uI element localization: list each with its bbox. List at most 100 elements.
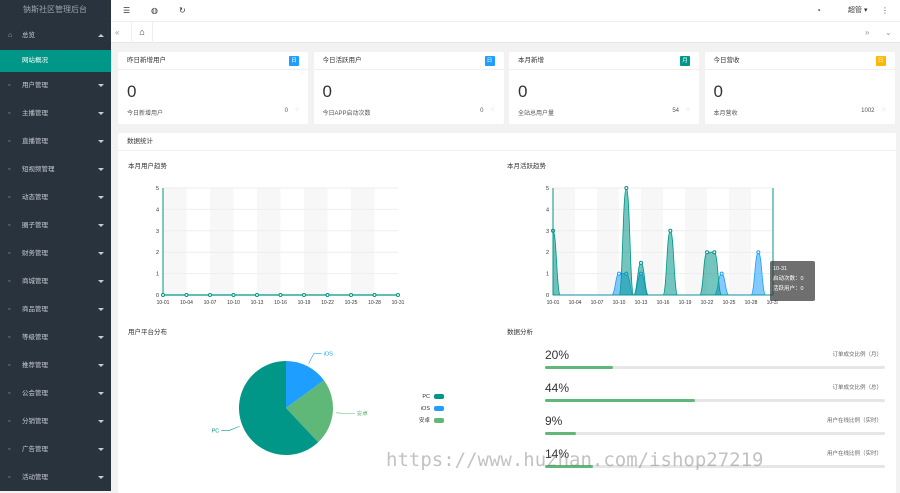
y-tick-label: 2 — [156, 250, 159, 256]
data-panel: 数据统计 本月用户趋势 本月活跃趋势 0 1 2 3 4 5 10-01 10-04 10-07… — [118, 133, 896, 493]
progress-bar — [545, 366, 885, 369]
sidebar-item-label: 商品管理 — [22, 306, 48, 313]
pie-label-line — [221, 426, 240, 431]
sidebar-item[interactable]: ◦ 主播管理 — [0, 100, 111, 128]
x-tick-label: 10-13 — [251, 300, 264, 306]
stat-title-text: 昨日新增用户 — [127, 57, 166, 64]
x-tick-label: 10-01 — [547, 300, 560, 306]
theme-icon[interactable]: ◔ — [816, 0, 821, 22]
y-tick-label: 1 — [546, 272, 549, 278]
period-badge: 日 — [484, 56, 495, 66]
stat-title-text: 今日营收 — [713, 57, 740, 64]
user-menu[interactable]: 超管 ▾ — [848, 0, 867, 22]
y-tick-label: 3 — [546, 229, 549, 235]
platform-pie-chart: PC iOS 安卓 — [212, 352, 368, 455]
sidebar-item[interactable]: ◦ 推荐管理 — [0, 352, 111, 380]
sidebar-item[interactable]: ◦ 短视频管理 — [0, 156, 111, 184]
username: 超管 — [848, 7, 862, 14]
sidebar-item[interactable]: ◦ 财务管理 — [0, 240, 111, 268]
stat-title: 今日活跃用户 日 — [313, 52, 504, 70]
data-point — [278, 293, 283, 297]
sidebar-item[interactable]: ◦ 用户管理 — [0, 72, 111, 100]
chevron-down-icon — [98, 224, 104, 227]
pie-label: PC — [212, 428, 220, 434]
chevron-down-icon — [98, 392, 104, 395]
data-point — [184, 293, 189, 297]
menu-toggle-icon[interactable]: ☰ — [123, 0, 130, 22]
sidebar-item[interactable]: ◦ 圈子管理 — [0, 212, 111, 240]
chart-tooltip: 10-31 启动次数：0 活跃用户：0 — [770, 261, 815, 301]
data-point — [705, 250, 709, 255]
band — [257, 188, 281, 295]
cart-icon: ◦ — [8, 278, 11, 285]
period-badge: 日 — [289, 56, 299, 66]
panel-title: 数据统计 — [118, 133, 896, 151]
sidebar-item[interactable]: ◦ 公会管理 — [0, 380, 111, 408]
sidebar-subitem-overview[interactable]: 网站概况 — [0, 50, 111, 72]
stat-foot-value: 0 — [284, 108, 288, 114]
chevron-down-icon — [98, 196, 104, 199]
chevron-down-icon — [98, 140, 104, 143]
sidebar-item-label: 等级管理 — [22, 334, 48, 341]
refresh-icon[interactable]: ↻ — [179, 0, 186, 22]
tab-home[interactable]: ⌂ — [131, 22, 153, 43]
person-icon: ◦ — [8, 82, 11, 89]
sidebar-item[interactable]: ◦ 直播管理 — [0, 128, 111, 156]
progress-fill — [545, 399, 695, 402]
more-icon[interactable]: ⋮ — [881, 0, 889, 22]
x-tick-label: 10-07 — [591, 300, 604, 306]
data-point — [302, 293, 306, 297]
data-point — [668, 228, 673, 233]
legend-swatch — [434, 418, 444, 423]
sidebar-item-label: 短视频管理 — [22, 166, 55, 173]
sidebar-item[interactable]: ◦ 广告管理 — [0, 436, 111, 464]
tab-scroll-right-icon[interactable]: » — [865, 22, 869, 43]
share-icon: ◦ — [8, 418, 11, 425]
tab-scroll-left-icon[interactable]: « — [115, 22, 119, 43]
sidebar-item[interactable]: ◦ 动态管理 — [0, 184, 111, 212]
sidebar-item-home[interactable]: ⌂ 总览 — [0, 22, 111, 50]
legend-label: PC — [422, 394, 430, 400]
sidebar-item-label: 财务管理 — [22, 250, 48, 257]
sidebar-item[interactable]: ◦ 分销管理 — [0, 408, 111, 436]
stat-value: 0 — [713, 82, 723, 101]
stat-title: 本月新增 月 — [509, 52, 699, 70]
x-tick-label: 10-19 — [298, 300, 311, 306]
stat-foot-label: 全站总用户量 — [518, 111, 555, 117]
band — [304, 188, 328, 295]
progress-label: 用户在线比例（实时） — [826, 418, 882, 424]
band — [729, 188, 751, 295]
sidebar-item[interactable]: ◦ 活动管理 — [0, 464, 111, 492]
globe-icon[interactable]: ◍ — [151, 0, 158, 22]
sidebar-item[interactable]: ◦ 商城管理 — [0, 268, 111, 296]
watermark: https://www.huzhan.com/ishop27219 — [386, 449, 764, 471]
legend-swatch — [434, 406, 444, 411]
progress-percent: 20% — [545, 348, 570, 362]
x-tick-label: 10-28 — [745, 300, 758, 306]
band — [210, 188, 234, 295]
stat-card: 今日营收日 0 本月营收 1002 ◌ — [704, 52, 895, 124]
chevron-down-icon — [98, 448, 104, 451]
x-tick-label: 10-10 — [227, 300, 240, 306]
pie-title: 用户平台分布 — [128, 329, 167, 336]
chart2-title: 本月活跃趋势 — [507, 163, 546, 170]
y-tick-label: 4 — [156, 207, 159, 213]
sidebar-item[interactable]: ◦ 商品管理 — [0, 296, 111, 324]
y-tick-label: 0 — [156, 293, 159, 299]
band — [351, 188, 375, 295]
y-tick-label: 3 — [156, 229, 159, 235]
sidebar-item[interactable]: ◦ 等级管理 — [0, 324, 111, 352]
chevron-down-icon — [98, 252, 104, 255]
chart1-title: 本月用户趋势 — [128, 163, 167, 170]
chevron-down-icon — [98, 112, 104, 115]
x-tick-label: 10-25 — [723, 300, 736, 306]
stat-foot-value: 54 — [672, 108, 679, 114]
data-point — [396, 293, 400, 297]
stat-foot-value: 1002 — [861, 108, 875, 114]
sidebar-item-label: 主播管理 — [22, 110, 48, 117]
sidebar-item-label: 商城管理 — [22, 278, 48, 285]
data-point — [712, 250, 717, 255]
y-tick-label: 2 — [546, 250, 549, 256]
tab-menu-icon[interactable]: ⌄ — [885, 22, 892, 43]
data-point — [349, 293, 353, 297]
